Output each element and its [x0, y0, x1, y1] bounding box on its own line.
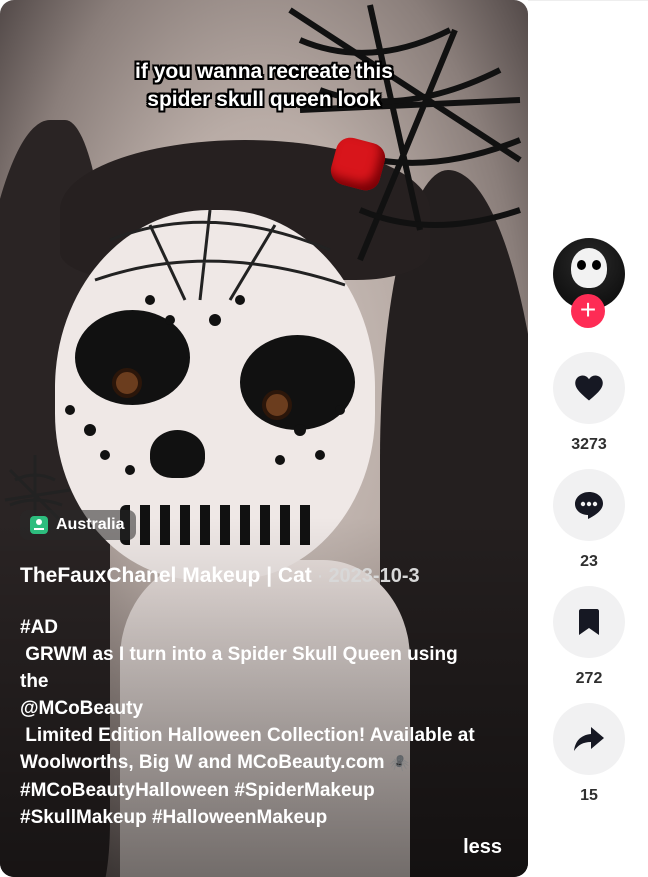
jack-skellington-avatar-image — [571, 248, 607, 288]
heart-icon — [575, 375, 603, 401]
hashtags-line-1[interactable]: #MCoBeautyHalloween #SpiderMakeup — [20, 777, 515, 804]
comment-icon — [575, 492, 603, 519]
share-count: 15 — [580, 787, 598, 804]
description-line: GRWM as I turn into a Spider Skull Queen… — [20, 644, 458, 665]
comment-button[interactable] — [553, 469, 625, 541]
share-button[interactable] — [553, 703, 625, 775]
description-line: the — [20, 671, 49, 692]
save-button[interactable] — [553, 586, 625, 658]
mention-mcobeauty-link[interactable]: @MCoBeauty — [20, 695, 515, 722]
save-action: 272 — [553, 586, 625, 688]
spider-emoji-icon: 🕷️ — [389, 755, 410, 772]
like-count: 3273 — [571, 436, 607, 453]
location-label: Australia — [56, 516, 125, 533]
bookmark-icon — [579, 609, 599, 635]
post-date: 2023-10-3 — [328, 565, 420, 587]
description-text: Woolworths, Big W and MCoBeauty.com — [20, 752, 385, 773]
share-arrow-icon — [574, 727, 604, 751]
location-pin-icon — [30, 516, 48, 534]
separator-dot: · — [316, 565, 324, 587]
top-divider — [528, 0, 648, 1]
hashtag-ad-link[interactable]: #AD — [20, 614, 515, 641]
like-action: 3273 — [553, 352, 625, 454]
description-line: Woolworths, Big W and MCoBeauty.com 🕷️ — [20, 749, 515, 777]
video-caption-overlay: if you wanna recreate this spider skull … — [0, 58, 528, 114]
hashtags-line-2[interactable]: #SkullMakeup #HalloweenMakeup — [20, 804, 515, 831]
comment-count: 23 — [580, 553, 598, 570]
less-button[interactable]: less — [463, 836, 502, 859]
video-description: #AD GRWM as I turn into a Spider Skull Q… — [20, 614, 515, 831]
save-count: 272 — [575, 670, 603, 687]
like-button[interactable] — [553, 352, 625, 424]
share-action: 15 — [553, 703, 625, 805]
comment-action: 23 — [553, 469, 625, 571]
video-player[interactable]: if you wanna recreate this spider skull … — [0, 0, 528, 877]
caption-line-2: spider skull queen look — [147, 88, 381, 111]
author-name-link[interactable]: TheFauxChanel Makeup | Cat — [20, 564, 312, 588]
description-line: Limited Edition Halloween Collection! Av… — [20, 725, 475, 746]
follow-button[interactable]: + — [571, 294, 605, 328]
caption-line-1: if you wanna recreate this — [135, 60, 393, 83]
location-tag[interactable]: Australia — [20, 510, 137, 540]
author-row: TheFauxChanel Makeup | Cat · 2023-10-3 — [20, 564, 420, 588]
